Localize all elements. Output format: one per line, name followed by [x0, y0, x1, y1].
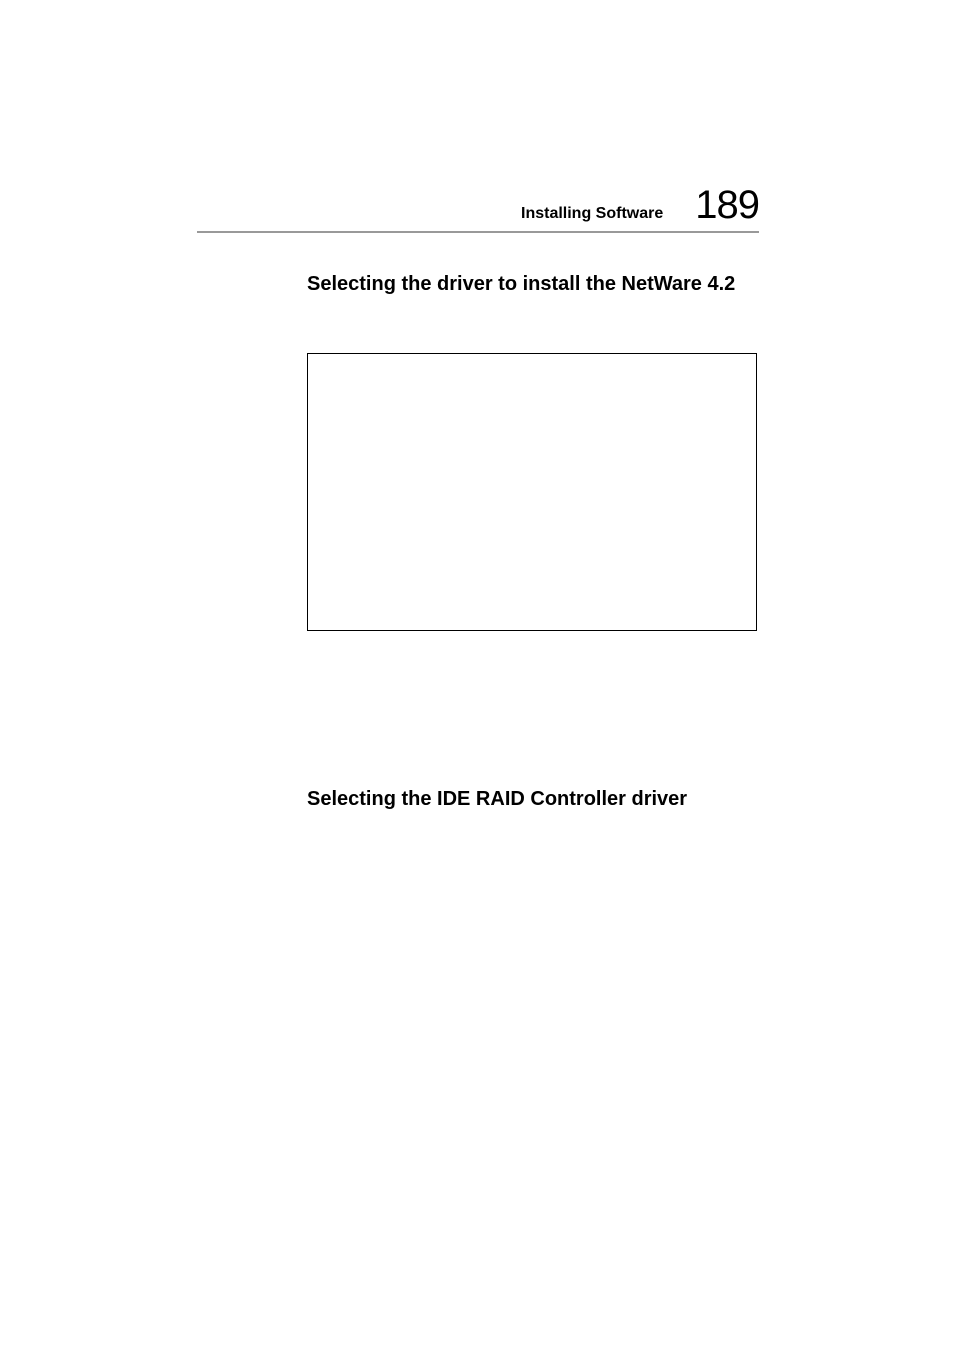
section-heading-netware: Selecting the driver to install the NetW…: [307, 273, 735, 296]
section-heading-ide-raid: Selecting the IDE RAID Controller driver: [307, 788, 687, 811]
screenshot-placeholder-box: [307, 353, 757, 631]
header-divider: [197, 231, 759, 233]
page-number: 189: [695, 183, 759, 228]
page-header: Installing Software 189: [521, 183, 759, 228]
header-section-label: Installing Software: [521, 205, 663, 223]
document-page: Installing Software 189 Selecting the dr…: [0, 0, 954, 1351]
